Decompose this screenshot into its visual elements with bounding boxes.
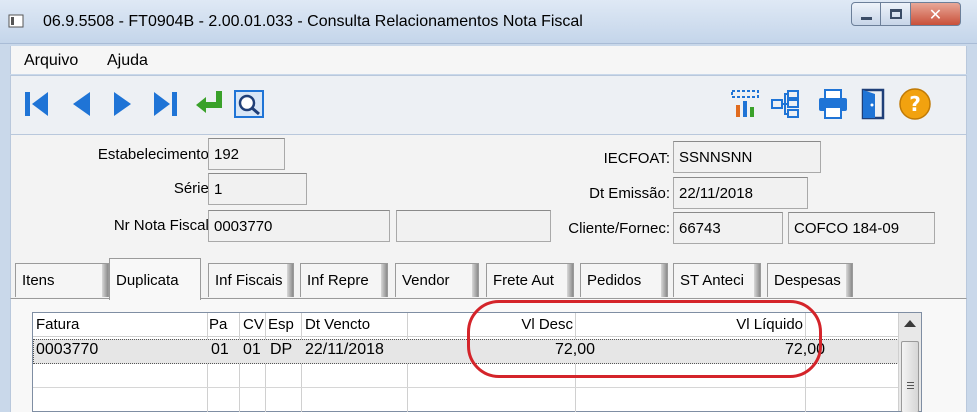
previous-record-icon[interactable]: [63, 86, 99, 122]
toolbar: ?: [10, 75, 967, 135]
estabelecimento-label: Estabelecimento:: [97, 146, 213, 163]
vertical-scrollbar[interactable]: [898, 313, 921, 412]
scroll-thumb[interactable]: [901, 341, 919, 412]
tab-inf-repre[interactable]: Inf Repre: [300, 263, 388, 297]
tab-strip: Itens Duplicata Inf Fiscais Inf Repre Ve…: [10, 252, 967, 302]
go-to-icon[interactable]: [191, 86, 227, 122]
cell-fatura: 0003770: [36, 341, 99, 358]
tab-inf-fiscais[interactable]: Inf Fiscais: [208, 263, 294, 297]
last-record-icon[interactable]: [147, 86, 183, 122]
tab-frete-aut[interactable]: Frete Aut: [486, 263, 574, 297]
report-chart-icon[interactable]: [727, 86, 763, 122]
dt-emissao-field[interactable]: 22/11/2018: [673, 177, 808, 209]
tree-structure-icon[interactable]: [767, 86, 803, 122]
menu-bar: Arquivo Ajuda: [10, 46, 967, 74]
highlight-annotation: [467, 300, 822, 378]
cliente-fornec-label: Cliente/Fornec:: [568, 220, 670, 237]
col-fatura[interactable]: Fatura: [36, 316, 79, 333]
col-dt-vencto[interactable]: Dt Vencto: [305, 316, 370, 333]
help-icon[interactable]: ?: [897, 86, 933, 122]
tab-itens[interactable]: Itens: [15, 263, 109, 297]
print-icon[interactable]: [815, 86, 851, 122]
tab-pedidos[interactable]: Pedidos: [580, 263, 668, 297]
close-icon: ✕: [928, 4, 943, 24]
col-pa[interactable]: Pa: [209, 316, 227, 333]
nr-nota-fiscal-label: Nr Nota Fiscal:: [113, 217, 213, 234]
header-form: Estabelecimento: 192 Série: 1 Nr Nota Fi…: [10, 135, 967, 252]
zoom-search-icon[interactable]: [231, 86, 267, 122]
cell-dt-vencto: 22/11/2018: [305, 341, 384, 358]
cliente-name-field[interactable]: COFCO 184-09: [788, 212, 935, 244]
tab-duplicata[interactable]: Duplicata: [109, 258, 201, 300]
app-window-icon: [8, 14, 24, 28]
scroll-up-arrow-icon[interactable]: [904, 320, 916, 327]
grip-line: [907, 385, 914, 386]
grip-line: [907, 388, 914, 389]
exit-door-icon[interactable]: [855, 86, 891, 122]
grip-line: [907, 382, 914, 383]
grid-row-divider: [33, 387, 899, 388]
cliente-fornec-field[interactable]: 66743: [673, 212, 783, 244]
estabelecimento-field[interactable]: 192: [208, 138, 285, 170]
first-record-icon[interactable]: [19, 86, 55, 122]
cell-pa: 01: [211, 341, 229, 358]
tab-despesas[interactable]: Despesas: [767, 263, 853, 297]
menu-ajuda[interactable]: Ajuda: [107, 52, 148, 70]
maximize-button[interactable]: [881, 2, 911, 26]
dt-emissao-label: Dt Emissão:: [589, 185, 670, 202]
window-title: 06.9.5508 - FT0904B - 2.00.01.033 - Cons…: [43, 13, 583, 30]
col-cv[interactable]: CV: [243, 316, 264, 333]
tab-vendor[interactable]: Vendor: [395, 263, 479, 297]
nr-nota-fiscal-field[interactable]: 0003770: [208, 210, 390, 242]
col-esp[interactable]: Esp: [268, 316, 294, 333]
iecfoat-field[interactable]: SSNNSNN: [673, 141, 821, 173]
cell-esp: DP: [270, 341, 293, 358]
svg-text:?: ?: [909, 92, 921, 116]
maximize-icon: [889, 9, 902, 19]
cell-cv: 01: [243, 341, 261, 358]
menu-arquivo[interactable]: Arquivo: [24, 52, 78, 70]
iecfoat-label: IECFOAT:: [603, 150, 670, 167]
nr-nota-fiscal-extra-field[interactable]: [396, 210, 551, 242]
minimize-icon: [860, 16, 872, 20]
tab-st-anteci[interactable]: ST Anteci: [673, 263, 761, 297]
minimize-button[interactable]: [851, 2, 881, 26]
serie-field[interactable]: 1: [208, 173, 307, 205]
next-record-icon[interactable]: [105, 86, 141, 122]
title-bar: 06.9.5508 - FT0904B - 2.00.01.033 - Cons…: [0, 0, 977, 44]
close-button[interactable]: ✕: [911, 2, 961, 26]
window-controls: ✕: [851, 2, 961, 28]
